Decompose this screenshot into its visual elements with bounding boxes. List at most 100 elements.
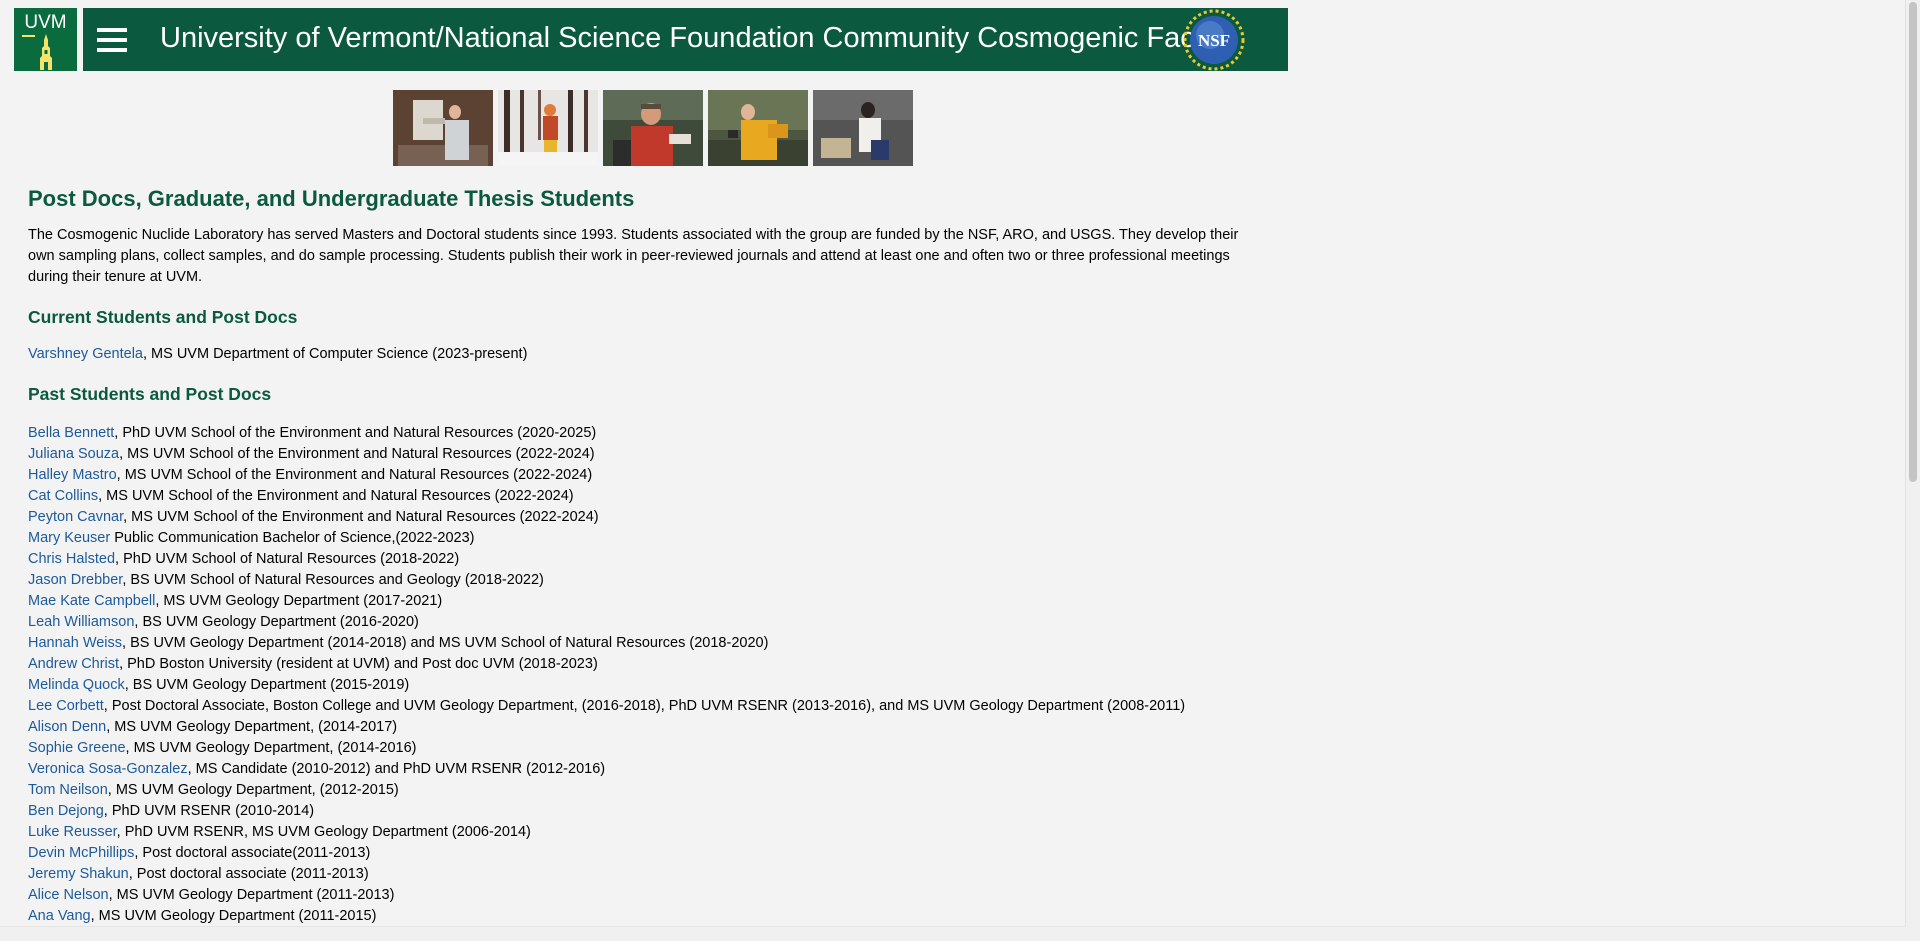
student-description: , MS UVM Geology Department (2011-2013) (108, 887, 395, 903)
student-description: , PhD Boston University (resident at UVM… (119, 656, 598, 672)
student-description: , MS UVM Geology Department, (2014-2016) (125, 740, 417, 756)
student-link[interactable]: Melinda Quock (28, 677, 125, 693)
student-description: , MS UVM Geology Department, (2012-2015) (107, 782, 399, 798)
student-link[interactable]: Varshney Gentela (28, 346, 143, 362)
photo-snow-sampling (498, 90, 598, 166)
student-link[interactable]: Sophie Greene (28, 740, 126, 756)
current-students-heading: Current Students and Post Docs (28, 307, 298, 327)
student-description: , BS UVM Geology Department (2014-2018) … (122, 635, 769, 651)
list-item: Halley Mastro, MS UVM School of the Envi… (28, 465, 1268, 486)
list-item: Tom Neilson, MS UVM Geology Department, … (28, 780, 1268, 801)
student-link[interactable]: Jason Drebber (28, 572, 122, 588)
student-link[interactable]: Veronica Sosa-Gonzalez (28, 761, 188, 777)
student-description: , MS UVM School of the Environment and N… (123, 509, 599, 525)
student-description: , Post doctoral associate(2011-2013) (134, 845, 371, 861)
list-item: Melinda Quock, BS UVM Geology Department… (28, 675, 1268, 696)
student-link[interactable]: Alice Nelson (28, 887, 109, 903)
list-item: Alice Nelson, MS UVM Geology Department … (28, 885, 1268, 906)
photo-lab-notebook (813, 90, 913, 166)
student-link[interactable]: Hannah Weiss (28, 635, 122, 651)
nsf-logo-text: NSF (1198, 31, 1230, 50)
main-content: Post Docs, Graduate, and Undergraduate T… (28, 184, 1268, 927)
student-description: Public Communication Bachelor of Science… (110, 530, 475, 546)
student-link[interactable]: Bella Bennett (28, 425, 114, 441)
student-link[interactable]: Mary Keuser (28, 530, 110, 546)
list-item: Varshney Gentela, MS UVM Department of C… (28, 344, 1268, 365)
list-item: Leah Williamson, BS UVM Geology Departme… (28, 612, 1268, 633)
student-description: , MS UVM Department of Computer Science … (143, 346, 528, 362)
student-link[interactable]: Halley Mastro (28, 467, 117, 483)
list-item: Jeremy Shakun, Post doctoral associate (… (28, 864, 1268, 885)
student-link[interactable]: Cat Collins (28, 488, 98, 504)
photo-yellow-jacket (708, 90, 808, 166)
list-item: Peyton Cavnar, MS UVM School of the Envi… (28, 507, 1268, 528)
scrollbar-thumb[interactable] (1909, 2, 1917, 482)
list-item: Andrew Christ, PhD Boston University (re… (28, 654, 1268, 675)
student-link[interactable]: Mae Kate Campbell (28, 593, 155, 609)
student-link[interactable]: Ben Dejong (28, 803, 104, 819)
student-link[interactable]: Ana Vang (28, 908, 91, 924)
student-description: , BS UVM School of Natural Resources and… (122, 572, 544, 588)
nsf-logo[interactable]: NSF (1183, 9, 1245, 71)
student-description: , MS UVM Geology Department, (2014-2017) (106, 719, 398, 735)
student-description: , MS UVM Geology Department (2017-2021) (155, 593, 443, 609)
student-link[interactable]: Devin McPhillips (28, 845, 134, 861)
list-item: Sophie Greene, MS UVM Geology Department… (28, 738, 1268, 759)
uvm-logo-text: UVM (24, 12, 67, 33)
hamburger-menu-icon[interactable] (97, 25, 127, 55)
student-description: , BS UVM Geology Department (2015-2019) (124, 677, 410, 693)
list-item: Jason Drebber, BS UVM School of Natural … (28, 570, 1268, 591)
list-item: Chris Halsted, PhD UVM School of Natural… (28, 549, 1268, 570)
student-description: , MS UVM School of the Environment and N… (98, 488, 574, 504)
student-link[interactable]: Peyton Cavnar (28, 509, 123, 525)
student-description: , PhD UVM School of the Environment and … (114, 425, 597, 441)
student-description: , Post doctoral associate (2011-2013) (128, 866, 369, 882)
student-link[interactable]: Lee Corbett (28, 698, 104, 714)
page: UVM University of Vermont/National Scien… (0, 0, 1920, 941)
student-description: , BS UVM Geology Department (2016-2020) (134, 614, 419, 630)
student-description: , PhD UVM RSENR (2010-2014) (103, 803, 315, 819)
list-item: Cat Collins, MS UVM School of the Enviro… (28, 486, 1268, 507)
list-item: Bella Bennett, PhD UVM School of the Env… (28, 423, 1268, 444)
page-title: Post Docs, Graduate, and Undergraduate T… (28, 186, 635, 211)
header-banner: University of Vermont/National Science F… (83, 8, 1288, 71)
student-description: , Post Doctoral Associate, Boston Colleg… (103, 698, 1186, 714)
student-link[interactable]: Luke Reusser (28, 824, 117, 840)
uvm-logo-bar (22, 35, 35, 37)
student-link[interactable]: Chris Halsted (28, 551, 115, 567)
student-description: , MS UVM School of the Environment and N… (116, 467, 593, 483)
list-item: Juliana Souza, MS UVM School of the Envi… (28, 444, 1268, 465)
list-item: Lee Corbett, Post Doctoral Associate, Bo… (28, 696, 1268, 717)
vertical-scrollbar[interactable] (1905, 0, 1920, 941)
list-item: Ben Dejong, PhD UVM RSENR (2010-2014) (28, 801, 1268, 822)
student-description: , PhD UVM School of Natural Resources (2… (115, 551, 460, 567)
list-item: Mae Kate Campbell, MS UVM Geology Depart… (28, 591, 1268, 612)
student-description: , MS UVM School of the Environment and N… (119, 446, 595, 462)
student-link[interactable]: Alison Denn (28, 719, 106, 735)
student-link[interactable]: Juliana Souza (28, 446, 119, 462)
photo-lab-worker (393, 90, 493, 166)
student-description: , MS UVM Geology Department (2011-2015) (90, 908, 377, 924)
list-item: Hannah Weiss, BS UVM Geology Department … (28, 633, 1268, 654)
student-link[interactable]: Andrew Christ (28, 656, 119, 672)
horizontal-scrollbar[interactable] (0, 926, 1906, 941)
student-description: , MS Candidate (2010-2012) and PhD UVM R… (187, 761, 606, 777)
list-item: Alison Denn, MS UVM Geology Department, … (28, 717, 1268, 738)
student-description: , PhD UVM RSENR, MS UVM Geology Departme… (116, 824, 531, 840)
list-item: Veronica Sosa-Gonzalez, MS Candidate (20… (28, 759, 1268, 780)
tower-icon (40, 34, 52, 70)
past-students-heading: Past Students and Post Docs (28, 384, 272, 404)
student-link[interactable]: Jeremy Shakun (28, 866, 129, 882)
list-item: Devin McPhillips, Post doctoral associat… (28, 843, 1268, 864)
list-item: Mary Keuser Public Communication Bachelo… (28, 528, 1268, 549)
intro-paragraph: The Cosmogenic Nuclide Laboratory has se… (28, 227, 1239, 285)
student-link[interactable]: Leah Williamson (28, 614, 134, 630)
past-students-list: Bella Bennett, PhD UVM School of the Env… (28, 423, 1268, 927)
list-item: Luke Reusser, PhD UVM RSENR, MS UVM Geol… (28, 822, 1268, 843)
list-item: Ana Vang, MS UVM Geology Department (201… (28, 906, 1268, 927)
current-students-list: Varshney Gentela, MS UVM Department of C… (28, 344, 1268, 365)
student-link[interactable]: Tom Neilson (28, 782, 108, 798)
photo-field-researcher (603, 90, 703, 166)
site-title: University of Vermont/National Science F… (160, 22, 1237, 54)
uvm-logo[interactable]: UVM (14, 8, 77, 71)
